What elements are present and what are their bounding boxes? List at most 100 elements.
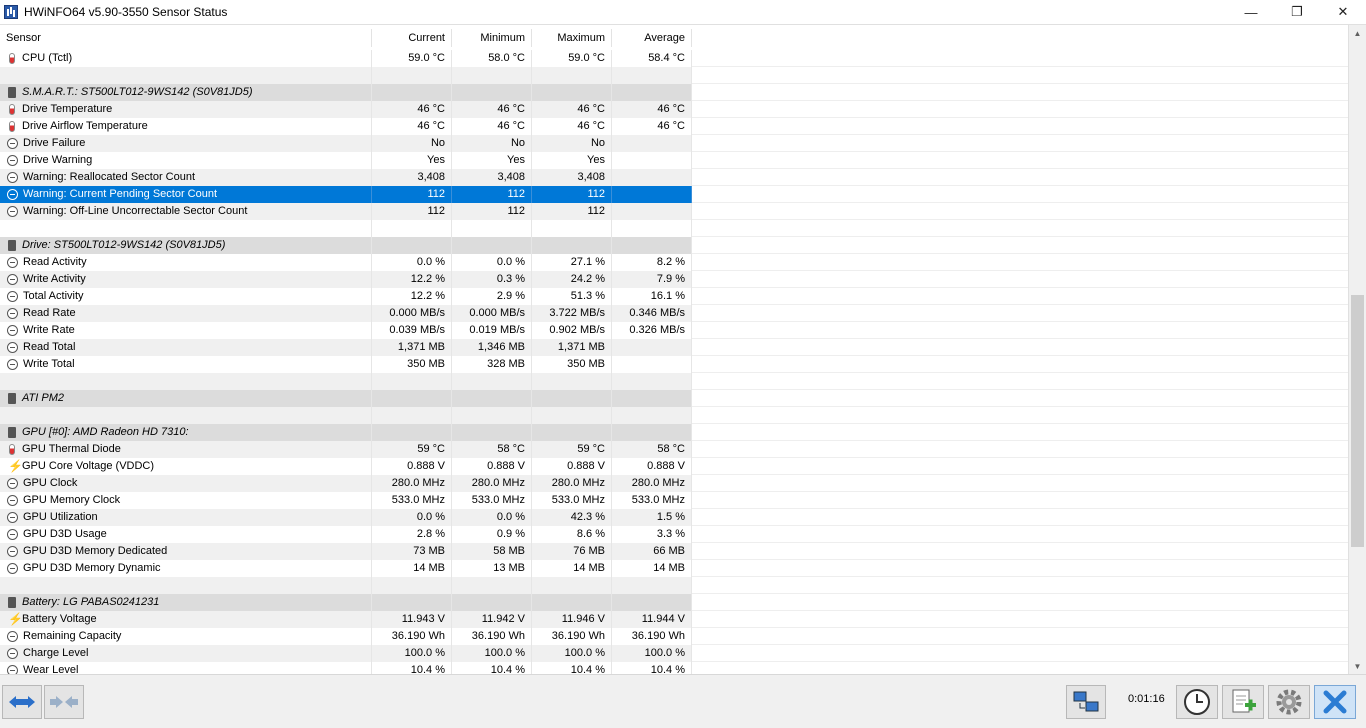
- sensor-row[interactable]: Drive Temperature 46 °C 46 °C 46 °C 46 °C: [0, 101, 692, 118]
- scroll-up-arrow-icon[interactable]: ▲: [1349, 25, 1366, 42]
- circle-icon: [7, 342, 18, 353]
- sensor-row[interactable]: Drive Airflow Temperature 46 °C 46 °C 46 °C…: [0, 118, 692, 135]
- sensor-group-row[interactable]: Drive: ST500LT012-9WS142 (S0V81JD5): [0, 237, 692, 254]
- average-value: [612, 203, 692, 220]
- chip-icon: [8, 240, 16, 251]
- sensor-group-row[interactable]: GPU [#0]: AMD Radeon HD 7310:: [0, 424, 692, 441]
- scrollbar-thumb[interactable]: [1351, 295, 1364, 547]
- average-value: [612, 186, 692, 203]
- settings-button[interactable]: [1268, 685, 1310, 719]
- sensor-row[interactable]: Read Rate 0.000 MB/s 0.000 MB/s 3.722 MB/s 0…: [0, 305, 692, 322]
- sensor-row[interactable]: CPU (Tctl) 59.0 °C 58.0 °C 59.0 °C 58.4 °C: [0, 50, 692, 67]
- minimum-value: [452, 407, 532, 424]
- logging-start-button[interactable]: [1222, 685, 1264, 719]
- reset-timer-button[interactable]: [1176, 685, 1218, 719]
- group-label: Drive: ST500LT012-9WS142 (S0V81JD5): [22, 239, 226, 251]
- column-header-current[interactable]: Current: [372, 29, 452, 47]
- spacer-row: [0, 220, 692, 237]
- circle-icon: [7, 257, 18, 268]
- sensor-row[interactable]: GPU Utilization 0.0 % 0.0 % 42.3 % 1.5 %: [0, 509, 692, 526]
- circle-icon: [7, 546, 18, 557]
- sensor-row[interactable]: Write Total 350 MB 328 MB 350 MB: [0, 356, 692, 373]
- sensor-label: Total Activity: [23, 290, 84, 302]
- window-title: HWiNFO64 v5.90-3550 Sensor Status: [24, 5, 228, 19]
- hwinfo-app-icon: [4, 5, 18, 19]
- row-gridline: [692, 423, 1348, 424]
- column-header-sensor[interactable]: Sensor: [0, 29, 372, 47]
- circle-icon: [7, 172, 18, 183]
- column-header-minimum[interactable]: Minimum: [452, 29, 532, 47]
- vertical-scrollbar[interactable]: ▲ ▼: [1348, 25, 1366, 675]
- sensor-row[interactable]: Drive Warning Yes Yes Yes: [0, 152, 692, 169]
- maximize-button[interactable]: ❐: [1274, 0, 1320, 24]
- sensor-row[interactable]: Charge Level 100.0 % 100.0 % 100.0 % 100.0 %: [0, 645, 692, 662]
- minimum-value: [452, 424, 532, 441]
- expand-columns-button[interactable]: [2, 685, 42, 719]
- minimum-value: [452, 390, 532, 407]
- selected-sensor-row[interactable]: Warning: Current Pending Sector Count 112…: [0, 186, 692, 203]
- row-gridline: [692, 644, 1348, 645]
- column-header-maximum[interactable]: Maximum: [532, 29, 612, 47]
- row-gridline: [692, 236, 1348, 237]
- minimum-value: 46 °C: [452, 101, 532, 118]
- sensor-row[interactable]: GPU D3D Usage 2.8 % 0.9 % 8.6 % 3.3 %: [0, 526, 692, 543]
- column-header-average[interactable]: Average: [612, 29, 692, 47]
- sensor-row[interactable]: Drive Failure No No No: [0, 135, 692, 152]
- sensor-name-cell: Warning: Current Pending Sector Count: [0, 186, 372, 203]
- minimum-value: 112: [452, 203, 532, 220]
- sensor-row[interactable]: ⚡ Battery Voltage 11.943 V 11.942 V 11.946 V…: [0, 611, 692, 628]
- clock-icon: [1184, 689, 1210, 715]
- current-value: 59.0 °C: [372, 50, 452, 67]
- collapse-columns-button[interactable]: [44, 685, 84, 719]
- minimum-value: [452, 67, 532, 84]
- minimum-value: 0.019 MB/s: [452, 322, 532, 339]
- elapsed-timer: 0:01:16: [1128, 693, 1165, 705]
- sensor-row[interactable]: Remaining Capacity 36.190 Wh 36.190 Wh 36.1…: [0, 628, 692, 645]
- current-value: 3,408: [372, 169, 452, 186]
- sensor-row[interactable]: Read Total 1,371 MB 1,346 MB 1,371 MB: [0, 339, 692, 356]
- maximum-value: 3.722 MB/s: [532, 305, 612, 322]
- sensor-row[interactable]: GPU D3D Memory Dedicated 73 MB 58 MB 76 MB 6…: [0, 543, 692, 560]
- circle-icon: [7, 155, 18, 166]
- sensor-label: Drive Warning: [23, 154, 93, 166]
- scroll-down-arrow-icon[interactable]: ▼: [1349, 658, 1366, 675]
- close-sensors-button[interactable]: [1314, 685, 1356, 719]
- maximum-value: 0.902 MB/s: [532, 322, 612, 339]
- sensor-row[interactable]: Total Activity 12.2 % 2.9 % 51.3 % 16.1 %: [0, 288, 692, 305]
- maximum-value: [532, 577, 612, 594]
- current-value: [372, 424, 452, 441]
- sensor-row[interactable]: Write Activity 12.2 % 0.3 % 24.2 % 7.9 %: [0, 271, 692, 288]
- network-computers-icon: [1073, 691, 1099, 712]
- minimum-value: 328 MB: [452, 356, 532, 373]
- network-sync-button[interactable]: [1066, 685, 1106, 719]
- sensor-table[interactable]: Sensor Current Minimum Maximum Average C…: [0, 24, 1366, 679]
- sensor-label: Remaining Capacity: [23, 630, 122, 642]
- sensor-row[interactable]: Write Rate 0.039 MB/s 0.019 MB/s 0.902 MB/s…: [0, 322, 692, 339]
- sensor-row[interactable]: GPU Memory Clock 533.0 MHz 533.0 MHz 533.0 …: [0, 492, 692, 509]
- sensor-group-row[interactable]: Battery: LG PABAS0241231: [0, 594, 692, 611]
- sensor-group-row[interactable]: S.M.A.R.T.: ST500LT012-9WS142 (S0V81JD5): [0, 84, 692, 101]
- sensor-row[interactable]: Warning: Off-Line Uncorrectable Sector C…: [0, 203, 692, 220]
- sensor-row[interactable]: Read Activity 0.0 % 0.0 % 27.1 % 8.2 %: [0, 254, 692, 271]
- row-gridline: [692, 338, 1348, 339]
- current-value: [372, 373, 452, 390]
- close-window-button[interactable]: ✕: [1320, 0, 1366, 24]
- sensor-name-cell: Remaining Capacity: [0, 628, 372, 645]
- minimize-button[interactable]: —: [1228, 0, 1274, 24]
- average-value: [612, 373, 692, 390]
- sensor-row[interactable]: ⚡ GPU Core Voltage (VDDC) 0.888 V 0.888 V 0.…: [0, 458, 692, 475]
- row-gridline: [692, 202, 1348, 203]
- average-value: 3.3 %: [612, 526, 692, 543]
- minimum-value: 0.0 %: [452, 509, 532, 526]
- sensor-name-cell: GPU Utilization: [0, 509, 372, 526]
- sensor-row[interactable]: GPU Clock 280.0 MHz 280.0 MHz 280.0 MHz 280.…: [0, 475, 692, 492]
- sensor-row[interactable]: GPU Thermal Diode 59 °C 58 °C 59 °C 58 °C: [0, 441, 692, 458]
- maximum-value: [532, 390, 612, 407]
- current-value: 112: [372, 186, 452, 203]
- sensor-name-cell: ⚡ Battery Voltage: [0, 611, 372, 628]
- sensor-row[interactable]: GPU D3D Memory Dynamic 14 MB 13 MB 14 MB 14 …: [0, 560, 692, 577]
- group-label: Battery: LG PABAS0241231: [22, 596, 160, 608]
- minimum-value: 11.942 V: [452, 611, 532, 628]
- sensor-row[interactable]: Warning: Reallocated Sector Count 3,408 3,…: [0, 169, 692, 186]
- sensor-group-row[interactable]: ATI PM2: [0, 390, 692, 407]
